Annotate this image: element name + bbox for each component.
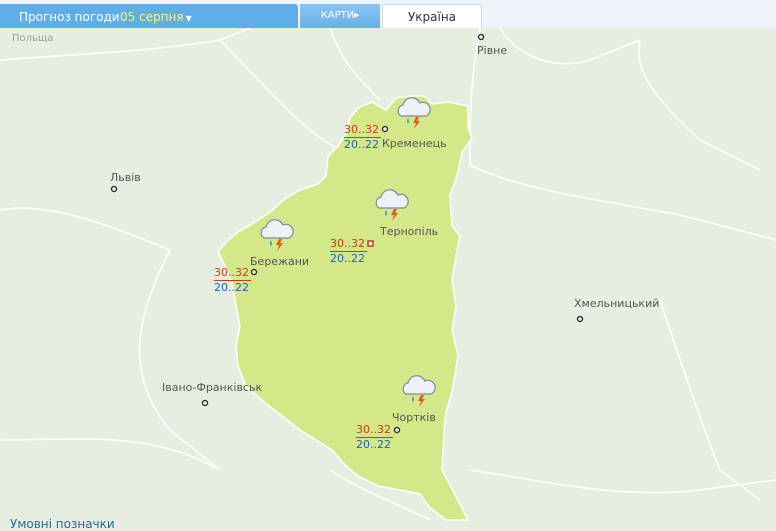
night-temp: 20..22 (356, 438, 391, 451)
top-bar: Прогноз погоди 05 серпня ▼ КАРТИ▸ Україна (0, 0, 776, 28)
map-area: Польща Рівне Львів Хмельницький Івано-Фр… (0, 28, 776, 525)
cloud-rain-thunder-icon (375, 189, 409, 221)
cloud-rain-thunder-icon (260, 219, 294, 251)
city-label-khmelnytskyi[interactable]: Хмельницький (574, 297, 659, 310)
city-label-ivano[interactable]: Івано-Франківськ (162, 381, 262, 394)
forecast-ternopil: 30..32 20..22 (330, 237, 367, 266)
cloud-rain-thunder-icon (397, 97, 431, 129)
day-temp: 30..32 (330, 237, 367, 252)
night-temp: 20..22 (330, 252, 365, 265)
cloud-rain-thunder-icon (402, 375, 436, 407)
ivano-marker[interactable] (201, 399, 209, 407)
day-temp: 30..32 (356, 423, 393, 438)
khmelnytskyi-marker[interactable] (576, 315, 584, 323)
city-label-kremenets[interactable]: Кременець (382, 137, 447, 150)
night-temp: 20..22 (344, 138, 379, 151)
forecast-berezhany: 30..32 20..22 (214, 266, 251, 295)
chevron-right-icon: ▸ (354, 10, 360, 21)
maps-button-label: КАРТИ (320, 10, 355, 21)
chevron-down-icon: ▼ (185, 14, 192, 23)
forecast-title: Прогноз погоди (19, 10, 120, 24)
kremenets-marker[interactable] (381, 125, 389, 133)
forecast-chortkiv: 30..32 20..22 (356, 423, 393, 452)
city-label-berezhany[interactable]: Бережани (250, 255, 309, 268)
header-title-box: Прогноз погоди 05 серпня ▼ (0, 4, 298, 28)
rivne-marker[interactable] (477, 33, 485, 41)
ternopil-capital-marker[interactable] (367, 240, 374, 247)
lviv-marker[interactable] (110, 185, 118, 193)
city-label-lviv[interactable]: Львів (110, 171, 141, 184)
legend-link[interactable]: Умовні позначки (10, 517, 115, 531)
date-selector[interactable]: 05 серпня ▼ (120, 10, 192, 24)
tab-ukraine[interactable]: Україна (382, 4, 482, 28)
date-value: 05 серпня (120, 10, 184, 24)
ternopil-oblast-region (217, 95, 473, 521)
maps-button[interactable]: КАРТИ▸ (300, 4, 380, 28)
berezhany-marker[interactable] (250, 268, 258, 276)
forecast-kremenets: 30..32 20..22 (344, 123, 381, 152)
city-label-chortkiv[interactable]: Чортків (392, 411, 436, 424)
chortkiv-marker[interactable] (393, 426, 401, 434)
city-label-rivne[interactable]: Рівне (477, 44, 507, 57)
day-temp: 30..32 (214, 266, 251, 281)
city-label-poland: Польща (12, 33, 54, 44)
night-temp: 20..22 (214, 281, 249, 294)
city-label-ternopil[interactable]: Тернопіль (380, 225, 438, 238)
day-temp: 30..32 (344, 123, 381, 138)
